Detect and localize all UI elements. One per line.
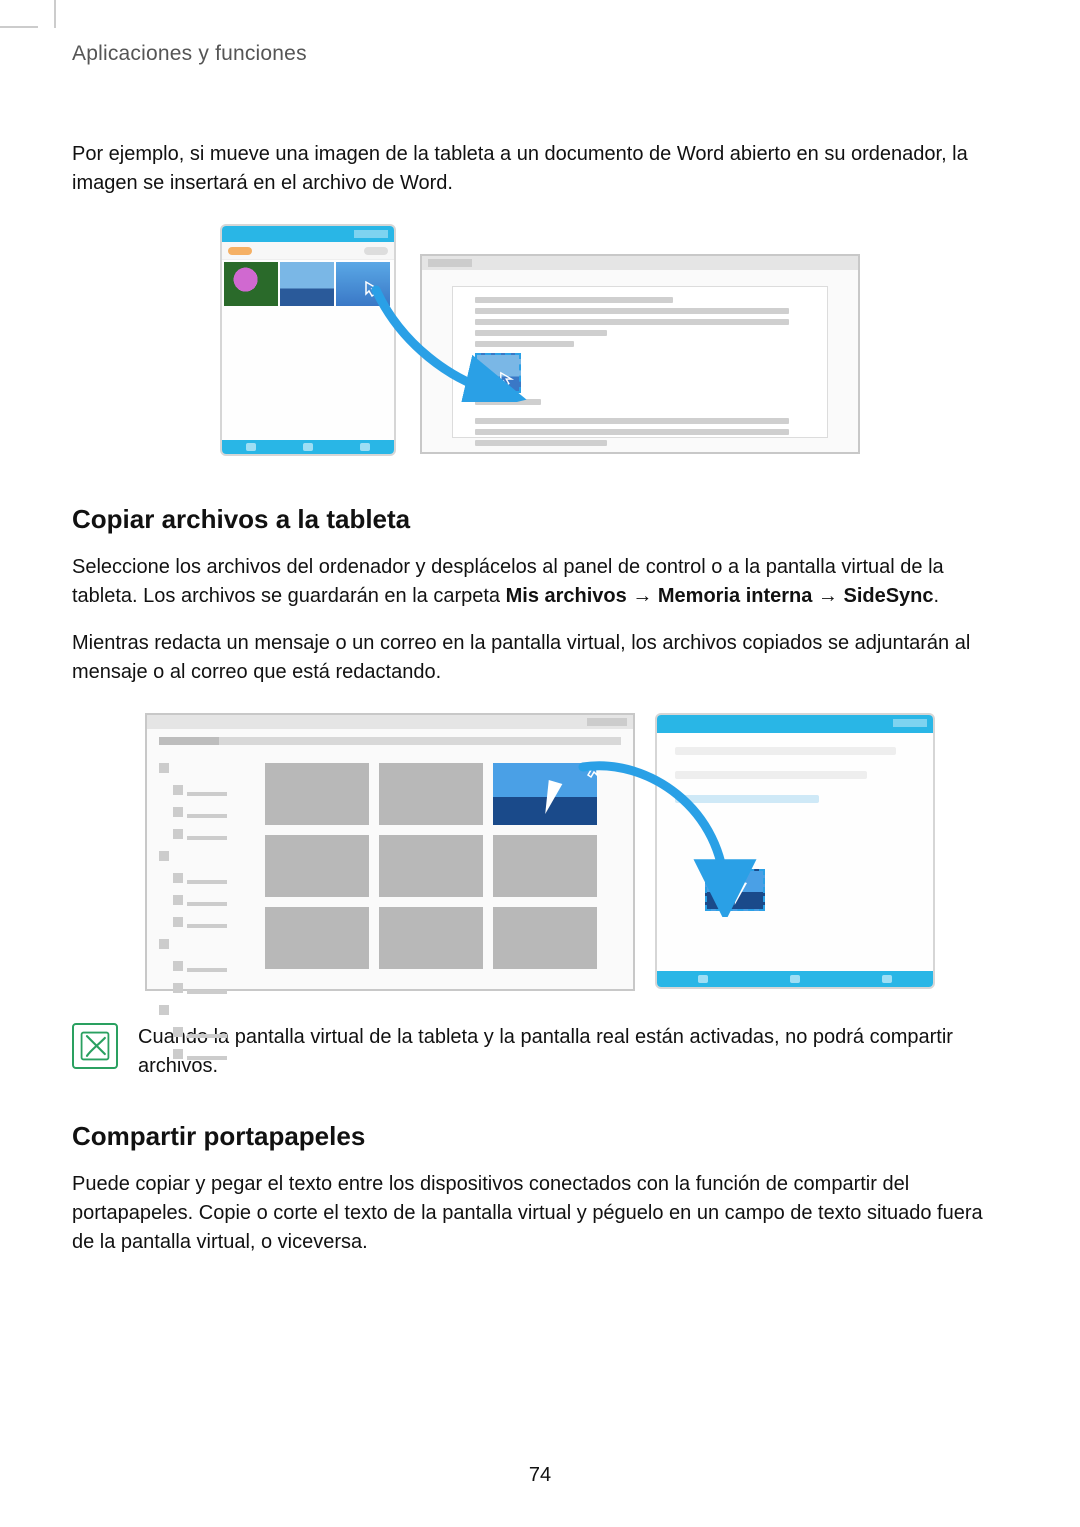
page-number: 74 xyxy=(0,1464,1080,1487)
intro-paragraph: Por ejemplo, si mueve una imagen de la t… xyxy=(72,140,1008,198)
running-header: Aplicaciones y funciones xyxy=(72,0,1008,66)
heading-share-clipboard: Compartir portapapeles xyxy=(72,1121,1008,1152)
note-icon xyxy=(72,1023,118,1069)
tablet-mock xyxy=(220,224,396,456)
thumb-sea xyxy=(280,262,334,306)
explorer-window-mock xyxy=(145,713,635,991)
tablet-mock-2 xyxy=(655,713,935,989)
thumb-flower xyxy=(224,262,278,306)
copy-files-p1-post: . xyxy=(934,585,940,607)
drop-target xyxy=(475,353,521,393)
share-clipboard-p1: Puede copiar y pegar el texto entre los … xyxy=(72,1170,1008,1257)
copy-files-p2: Mientras redacta un mensaje o un correo … xyxy=(72,629,1008,687)
photo-source xyxy=(493,763,597,825)
copy-files-p1: Seleccione los archivos del ordenador y … xyxy=(72,553,1008,611)
illustration-drag-to-word xyxy=(220,224,860,464)
copy-files-p1-bold: Mis archivos → Memoria interna → SideSyn… xyxy=(506,585,934,607)
heading-copy-files: Copiar archivos a la tableta xyxy=(72,504,1008,535)
drop-target-2 xyxy=(705,869,765,911)
thumb-sky xyxy=(336,262,390,306)
note-text: Cuando la pantalla virtual de la tableta… xyxy=(138,1023,1008,1081)
illustration-drag-to-tablet xyxy=(145,713,935,993)
word-window-mock xyxy=(420,254,860,454)
